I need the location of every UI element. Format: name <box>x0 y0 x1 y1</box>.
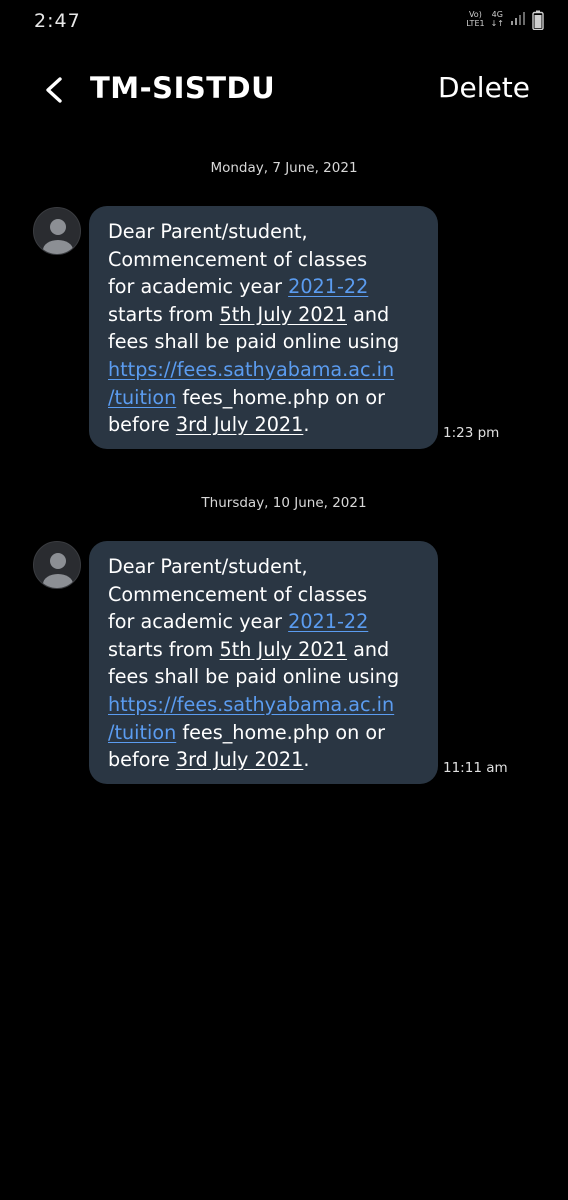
conversation-header: TM-SISTDU Delete <box>0 60 568 120</box>
back-button[interactable] <box>36 72 72 108</box>
text: and <box>346 637 390 661</box>
avatar[interactable] <box>33 541 81 589</box>
message-line: before 3rd July 2021. <box>108 746 424 774</box>
message-line: Commencement of classes <box>108 581 424 609</box>
delete-button[interactable]: Delete <box>438 71 530 104</box>
text: Dear Parent/student, <box>108 555 308 578</box>
avatar[interactable] <box>33 207 81 255</box>
fees-url-link-cont[interactable]: /tuition <box>108 721 176 744</box>
text: fees_home.php on or <box>176 720 386 744</box>
text: Commencement of classes <box>108 247 368 271</box>
message-line: starts from 5th July 2021 and <box>108 301 424 329</box>
text: and <box>346 302 390 326</box>
message-line: https://fees.sathyabama.ac.in <box>108 691 424 719</box>
message-line: starts from 5th July 2021 and <box>108 636 424 664</box>
text: starts from <box>108 302 220 326</box>
date-separator: Monday, 7 June, 2021 <box>210 160 358 176</box>
text: before <box>108 413 176 437</box>
contact-title: TM-SISTDU <box>90 71 276 105</box>
date-link[interactable]: 3rd July 2021 <box>176 748 303 771</box>
fees-url-link[interactable]: https://fees.sathyabama.ac.in <box>108 693 394 716</box>
fees-url-link-cont[interactable]: /tuition <box>108 386 176 409</box>
message-line: for academic year 2021-22 <box>108 608 424 636</box>
battery-icon <box>532 10 544 30</box>
message-line: /tuition fees_home.php on or <box>108 384 424 412</box>
lte-label: LTE1 <box>466 19 485 28</box>
date-link[interactable]: 5th July 2021 <box>220 303 347 326</box>
message-line: fees shall be paid online using <box>108 328 424 356</box>
text: Dear Parent/student, <box>108 220 308 243</box>
data-arrows-icon: ↓↑ <box>490 19 504 28</box>
status-bar: 2:47 Vo) LTE1 4G ↓↑ <box>0 0 568 46</box>
network-indicator: 4G ↓↑ <box>491 10 504 28</box>
status-icons: Vo) LTE1 4G ↓↑ <box>466 10 544 30</box>
text: fees shall be paid online using <box>108 665 400 689</box>
message-text: Dear Parent/student, Commencement of cla… <box>108 553 424 774</box>
person-icon <box>43 219 73 254</box>
text: fees_home.php on or <box>176 385 386 409</box>
academic-year-link[interactable]: 2021-22 <box>288 275 368 298</box>
text: . <box>303 413 310 437</box>
message-line: for academic year 2021-22 <box>108 273 424 301</box>
message-line: /tuition fees_home.php on or <box>108 719 424 747</box>
academic-year-link[interactable]: 2021-22 <box>288 610 368 633</box>
text: . <box>303 748 310 772</box>
text: for academic year <box>108 610 289 634</box>
message-line: Dear Parent/student, <box>108 218 424 246</box>
message-line: Dear Parent/student, <box>108 553 424 581</box>
message-timestamp: 1:23 pm <box>443 425 500 441</box>
message-timestamp: 11:11 am <box>443 760 508 776</box>
volte-indicator: Vo) LTE1 <box>466 10 484 28</box>
date-link[interactable]: 3rd July 2021 <box>176 413 303 436</box>
message-bubble[interactable]: Dear Parent/student, Commencement of cla… <box>89 541 438 784</box>
message-text: Dear Parent/student, Commencement of cla… <box>108 218 424 439</box>
network-type-label: 4G <box>491 10 503 19</box>
message-line: Commencement of classes <box>108 246 424 274</box>
message-bubble[interactable]: Dear Parent/student, Commencement of cla… <box>89 206 438 449</box>
date-link[interactable]: 5th July 2021 <box>220 638 347 661</box>
text: fees shall be paid online using <box>108 330 400 354</box>
text: starts from <box>108 637 220 661</box>
fees-url-link[interactable]: https://fees.sathyabama.ac.in <box>108 358 394 381</box>
person-icon <box>43 553 73 588</box>
text: before <box>108 748 176 772</box>
message-line: before 3rd July 2021. <box>108 411 424 439</box>
message-line: https://fees.sathyabama.ac.in <box>108 356 424 384</box>
message-line: fees shall be paid online using <box>108 663 424 691</box>
signal-icon <box>511 12 525 25</box>
text: for academic year <box>108 275 289 299</box>
date-separator: Thursday, 10 June, 2021 <box>201 495 367 511</box>
status-time: 2:47 <box>34 10 81 32</box>
back-arrow-icon <box>46 77 62 103</box>
text: Commencement of classes <box>108 582 368 606</box>
volte-label: Vo) <box>468 10 482 19</box>
